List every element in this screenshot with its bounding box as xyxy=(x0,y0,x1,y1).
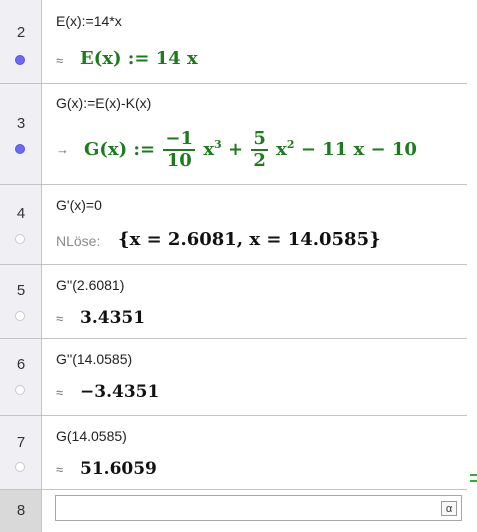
cas-row-5[interactable]: 5 G''(2.6081) ≈ 3.4351 xyxy=(0,265,467,339)
cas-output: −3.4351 xyxy=(80,382,160,402)
cas-output: 3.4351 xyxy=(80,308,146,328)
output-exponent: 3 xyxy=(214,138,222,151)
row-gutter: 5 xyxy=(0,265,42,338)
cas-output: {x = 2.6081, x = 14.0585} xyxy=(118,229,381,250)
evaluate-arrow-symbol: → xyxy=(56,142,69,157)
fraction-numerator: −1 xyxy=(163,128,196,151)
visibility-toggle-on[interactable] xyxy=(15,55,25,65)
row-gutter: 7 xyxy=(0,416,42,489)
alpha-symbol-button[interactable]: α xyxy=(441,501,457,516)
visibility-toggle-off[interactable] xyxy=(15,311,25,321)
row-number: 2 xyxy=(16,24,26,41)
cas-input[interactable]: E(x):=14*x xyxy=(56,13,122,29)
cas-row-4[interactable]: 4 G'(x)=0 NLöse: {x = 2.6081, x = 14.058… xyxy=(0,185,467,265)
fraction-numerator: 5 xyxy=(251,128,268,151)
cas-row-6[interactable]: 6 G''(14.0585) ≈ −3.4351 xyxy=(0,339,467,416)
cas-row-7[interactable]: 7 G(14.0585) ≈ 51.6059 xyxy=(0,416,467,490)
cas-output: E(x) := 14 x xyxy=(80,48,198,69)
output-variable: x xyxy=(276,139,287,160)
fraction-denominator: 2 xyxy=(253,150,266,171)
view-edge xyxy=(467,0,477,532)
cas-output: 51.6059 xyxy=(80,459,157,479)
nsolve-label: NLöse: xyxy=(56,233,101,249)
row-number: 7 xyxy=(16,434,26,451)
cas-row-3[interactable]: 3 G(x):=E(x)-K(x) → G(x) := −1 10 x3 + 52… xyxy=(0,84,467,185)
fraction-denominator: 10 xyxy=(166,150,192,171)
row-gutter: 8 xyxy=(0,490,42,532)
cas-input-field[interactable]: α xyxy=(55,495,462,521)
row-gutter: 3 xyxy=(0,84,42,184)
cas-input[interactable]: G(x):=E(x)-K(x) xyxy=(56,95,151,111)
row-gutter: 6 xyxy=(0,339,42,415)
cas-input[interactable]: G''(2.6081) xyxy=(56,277,124,293)
cas-input[interactable]: G'(x)=0 xyxy=(56,197,102,213)
approx-symbol: ≈ xyxy=(56,311,64,326)
row-number: 6 xyxy=(16,356,26,373)
row-number: 4 xyxy=(16,205,26,222)
row-number: 5 xyxy=(16,282,26,299)
graphics-view-edge-mark xyxy=(470,480,477,482)
approx-symbol: ≈ xyxy=(56,385,64,400)
cas-input[interactable]: G''(14.0585) xyxy=(56,351,132,367)
row-gutter: 4 xyxy=(0,185,42,264)
visibility-toggle-on[interactable] xyxy=(15,144,25,154)
row-gutter: 2 xyxy=(0,0,42,83)
fraction: −1 10 xyxy=(163,128,196,171)
visibility-toggle-off[interactable] xyxy=(15,462,25,472)
approx-symbol: ≈ xyxy=(56,462,64,477)
cas-view: 2 E(x):=14*x ≈ E(x) := 14 x 3 G(x):=E(x)… xyxy=(0,0,467,532)
visibility-toggle-off[interactable] xyxy=(15,385,25,395)
cas-row-2[interactable]: 2 E(x):=14*x ≈ E(x) := 14 x xyxy=(0,0,467,84)
fraction: 52 xyxy=(251,129,268,171)
output-operator: + xyxy=(227,139,244,160)
cas-row-8[interactable]: 8 α xyxy=(0,490,467,532)
output-variable: x xyxy=(203,139,215,160)
output-lhs: G(x) := xyxy=(84,139,156,160)
cas-input[interactable]: G(14.0585) xyxy=(56,428,127,444)
graphics-view-edge-mark xyxy=(470,474,477,476)
output-rest: − 11 x − 10 xyxy=(300,139,417,160)
row-number: 3 xyxy=(16,115,26,132)
visibility-toggle-off[interactable] xyxy=(15,234,25,244)
output-exponent: 2 xyxy=(286,138,295,151)
approx-symbol: ≈ xyxy=(56,53,64,68)
row-number: 8 xyxy=(16,502,26,519)
cas-output: G(x) := −1 10 x3 + 52 x2 − 11 x − 10 xyxy=(84,129,417,171)
